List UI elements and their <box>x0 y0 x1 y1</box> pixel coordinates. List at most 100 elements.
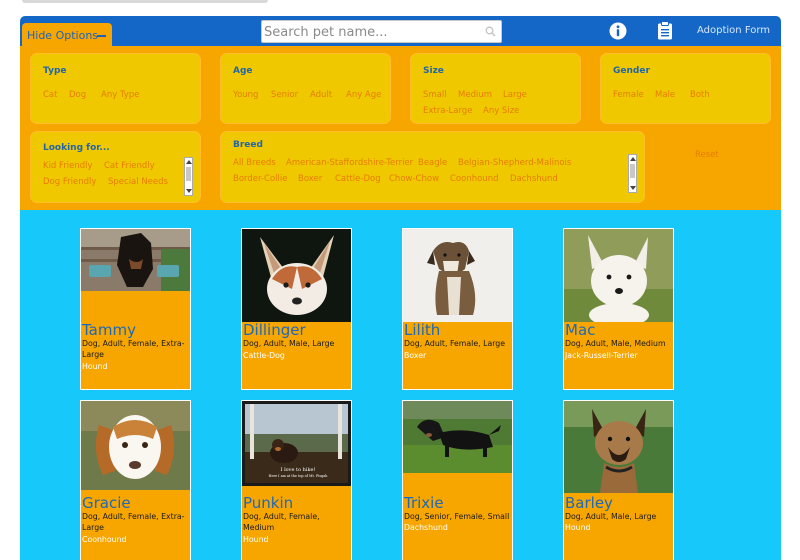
breed-option-dachshund[interactable]: Dachshund <box>510 174 558 184</box>
pet-name: Trixie <box>404 494 444 512</box>
breed-option-belgian-shepherd-malinois[interactable]: Belgian-Shepherd-Malinois <box>458 158 571 168</box>
pet-card-gracie[interactable]: Gracie Dog, Adult, Female, Extra-Large C… <box>80 400 191 560</box>
gender-option-male[interactable]: Male <box>655 90 675 100</box>
pet-card-barley[interactable]: Barley Dog, Adult, Male, Large Hound <box>563 400 674 560</box>
pet-card-tammy[interactable]: Tammy Dog, Adult, Female, Extra-Large Ho… <box>80 228 191 390</box>
breed-option-boxer[interactable]: Boxer <box>298 174 322 184</box>
scroll-thumb[interactable] <box>186 167 191 181</box>
gender-option-both[interactable]: Both <box>690 90 710 100</box>
pet-results-grid: Tammy Dog, Adult, Female, Extra-Large Ho… <box>20 210 781 560</box>
pet-breed: Dachshund <box>404 523 448 532</box>
filter-type: Type Cat Dog Any Type <box>30 53 201 124</box>
pet-name: Dillinger <box>243 321 306 339</box>
pet-photo <box>564 401 673 493</box>
type-option-any[interactable]: Any Type <box>101 90 139 100</box>
looking-option-special-needs[interactable]: Special Needs <box>108 177 168 187</box>
adoption-form-link[interactable]: Adoption Form <box>697 25 770 36</box>
pet-name: Mac <box>565 321 596 339</box>
age-option-young[interactable]: Young <box>233 90 258 100</box>
filter-looking-title: Looking for... <box>43 143 110 153</box>
pet-photo: I love to hike! Here I am at the top of … <box>242 401 351 486</box>
filter-type-title: Type <box>43 66 67 76</box>
looking-option-dog-friendly[interactable]: Dog Friendly <box>43 177 96 187</box>
pet-photo <box>242 229 351 322</box>
pet-breed: Hound <box>243 535 269 544</box>
pet-card-trixie[interactable]: Trixie Dog, Senior, Female, Small Dachsh… <box>402 400 513 560</box>
type-option-dog[interactable]: Dog <box>69 90 86 100</box>
size-option-small[interactable]: Small <box>423 90 447 100</box>
pet-tags: Dog, Adult, Female, Extra-Large <box>82 512 185 532</box>
breed-option-cattle-dog[interactable]: Cattle-Dog <box>335 174 381 184</box>
breed-scrollbar[interactable] <box>628 154 637 193</box>
scroll-down-icon[interactable] <box>186 189 192 193</box>
breed-option-beagle[interactable]: Beagle <box>418 158 447 168</box>
looking-option-cat-friendly[interactable]: Cat Friendly <box>104 161 155 171</box>
minus-icon <box>97 35 106 37</box>
looking-scrollbar[interactable] <box>184 157 193 196</box>
pet-card-lilith[interactable]: Lilith Dog, Adult, Female, Large Boxer <box>402 228 513 390</box>
filter-breed: Breed All Breeds American-Staffordshire-… <box>220 131 645 203</box>
pet-breed: Jack-Russell-Terrier <box>565 351 638 360</box>
pet-tags: Dog, Adult, Male, Large <box>565 512 657 521</box>
clipboard-icon[interactable] <box>657 21 673 40</box>
breed-option-coonhound[interactable]: Coonhound <box>450 174 498 184</box>
breed-option-american-staffordshire-terrier[interactable]: American-Staffordshire-Terrier <box>286 158 413 168</box>
age-option-any[interactable]: Any Age <box>346 90 381 100</box>
scroll-up-icon[interactable] <box>630 157 636 161</box>
search-icon[interactable] <box>485 26 496 37</box>
pet-card-mac[interactable]: Mac Dog, Adult, Male, Medium Jack-Russel… <box>563 228 674 390</box>
pet-tags: Dog, Adult, Male, Medium <box>565 339 666 348</box>
filter-size-title: Size <box>423 66 444 76</box>
pet-tags: Dog, Adult, Female, Medium <box>243 512 320 532</box>
size-option-large[interactable]: Large <box>503 90 527 100</box>
size-option-extra-large[interactable]: Extra-Large <box>423 106 472 116</box>
filter-gender-title: Gender <box>613 66 650 76</box>
pet-name: Barley <box>565 494 613 512</box>
scroll-thumb[interactable] <box>630 164 635 178</box>
top-scroll-remnant <box>22 0 268 3</box>
reset-filters-button[interactable]: Reset <box>695 150 719 160</box>
breed-option-all[interactable]: All Breeds <box>233 158 276 168</box>
pet-tags: Dog, Adult, Female, Large <box>404 339 506 348</box>
pet-photo <box>81 229 190 291</box>
pet-photo <box>403 229 512 322</box>
pet-card-dillinger[interactable]: Dillinger Dog, Adult, Male, Large Cattle… <box>241 228 352 390</box>
pet-card-punkin[interactable]: I love to hike! Here I am at the top of … <box>241 400 352 560</box>
filter-looking-for: Looking for... Kid Friendly Cat Friendly… <box>30 131 201 203</box>
size-option-medium[interactable]: Medium <box>458 90 492 100</box>
filter-age-title: Age <box>233 66 253 76</box>
hide-options-button[interactable]: Hide Options <box>22 23 112 48</box>
filter-breed-title: Breed <box>233 140 263 150</box>
pet-name: Punkin <box>243 494 294 512</box>
photo-caption-1: I love to hike! <box>281 467 316 473</box>
breed-option-chow-chow[interactable]: Chow-Chow <box>389 174 439 184</box>
pet-photo <box>81 401 190 490</box>
pet-breed: Hound <box>565 523 591 532</box>
age-option-adult[interactable]: Adult <box>310 90 332 100</box>
type-option-cat[interactable]: Cat <box>43 90 57 100</box>
pet-name: Lilith <box>404 321 441 339</box>
scroll-up-icon[interactable] <box>186 160 192 164</box>
pet-breed: Cattle-Dog <box>243 351 285 360</box>
filter-gender: Gender Female Male Both <box>600 53 771 124</box>
pet-tags: Dog, Senior, Female, Small <box>404 512 510 521</box>
search-input[interactable] <box>262 22 477 43</box>
pet-breed: Coonhound <box>82 535 127 544</box>
breed-option-border-collie[interactable]: Border-Collie <box>233 174 287 184</box>
filter-age: Age Young Senior Adult Any Age <box>220 53 391 124</box>
scroll-down-icon[interactable] <box>630 186 636 190</box>
options-header-bar: Hide Options Adoption Form <box>20 16 781 48</box>
size-option-any[interactable]: Any Size <box>483 106 519 116</box>
pet-name: Gracie <box>82 494 131 512</box>
looking-option-kid-friendly[interactable]: Kid Friendly <box>43 161 93 171</box>
hide-options-label: Hide Options <box>27 29 99 42</box>
pet-breed: Hound <box>82 362 108 371</box>
pet-name: Tammy <box>82 321 136 339</box>
age-option-senior[interactable]: Senior <box>271 90 298 100</box>
pet-breed: Boxer <box>404 351 427 360</box>
filter-size: Size Small Medium Large Extra-Large Any … <box>410 53 581 124</box>
filter-panel: Type Cat Dog Any Type Age Young Senior A… <box>20 46 781 210</box>
photo-caption-2: Here I am at the top of Mt. Pisgah <box>269 474 329 478</box>
info-icon[interactable] <box>609 22 627 40</box>
gender-option-female[interactable]: Female <box>613 90 644 100</box>
